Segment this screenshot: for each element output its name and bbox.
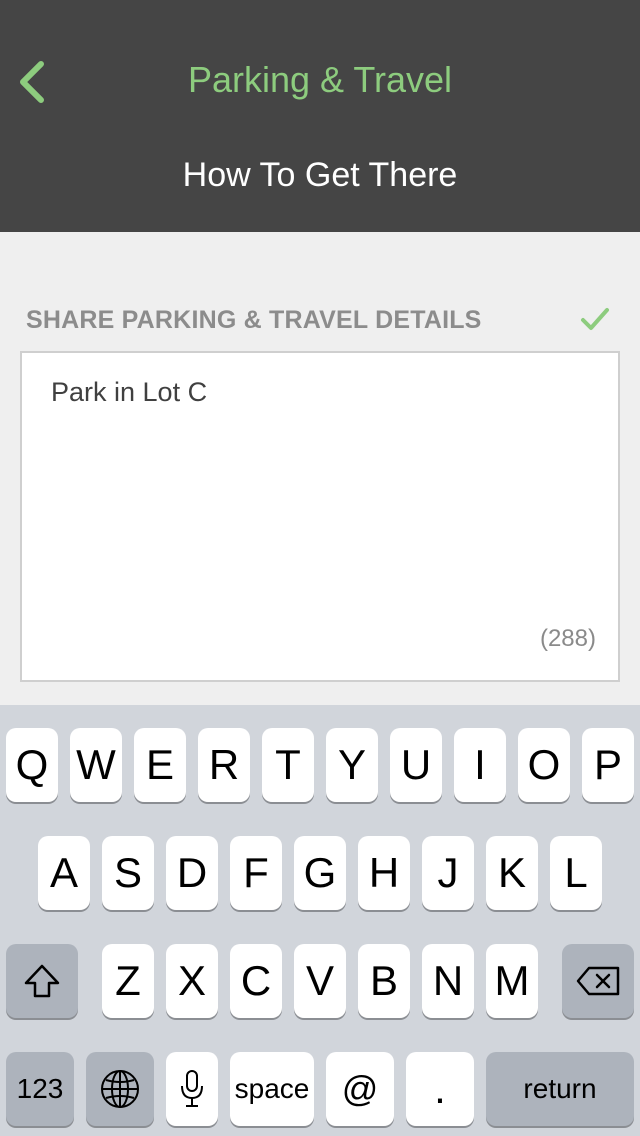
page-subtitle: How To Get There (182, 156, 458, 194)
key-k[interactable]: K (486, 836, 538, 910)
key-m[interactable]: M (486, 944, 538, 1018)
globe-icon (101, 1070, 139, 1108)
backspace-key[interactable] (562, 944, 634, 1018)
section-label: SHARE PARKING & TRAVEL DETAILS (26, 306, 482, 334)
key-z[interactable]: Z (102, 944, 154, 1018)
key-y[interactable]: Y (326, 728, 378, 802)
key-a[interactable]: A (38, 836, 90, 910)
key-l[interactable]: L (550, 836, 602, 910)
key-w[interactable]: W (70, 728, 122, 802)
character-count: (288) (539, 625, 596, 652)
key-f[interactable]: F (230, 836, 282, 910)
keyboard: Q W E R T Y U I O P A S D F G H J K L Z … (0, 705, 640, 1136)
globe-key[interactable] (86, 1052, 154, 1126)
key-c[interactable]: C (230, 944, 282, 1018)
key-r[interactable]: R (198, 728, 250, 802)
key-n[interactable]: N (422, 944, 474, 1018)
at-key[interactable]: @ (326, 1052, 394, 1126)
microphone-icon (181, 1070, 203, 1107)
key-i[interactable]: I (454, 728, 506, 802)
checkmark-icon[interactable] (578, 302, 612, 336)
return-key[interactable]: return (486, 1052, 634, 1126)
backspace-icon (576, 966, 620, 996)
key-s[interactable]: S (102, 836, 154, 910)
key-h[interactable]: H (358, 836, 410, 910)
details-textarea[interactable]: Park in Lot C (288) (20, 351, 620, 682)
page-title: Parking & Travel (187, 59, 453, 100)
dictation-key[interactable] (166, 1052, 218, 1126)
space-key[interactable]: space (230, 1052, 314, 1126)
numbers-key[interactable]: 123 (6, 1052, 74, 1126)
key-x[interactable]: X (166, 944, 218, 1018)
key-g[interactable]: G (294, 836, 346, 910)
key-e[interactable]: E (134, 728, 186, 802)
key-d[interactable]: D (166, 836, 218, 910)
shift-key[interactable] (6, 944, 78, 1018)
textarea-value: Park in Lot C (51, 377, 208, 407)
nav-header: Parking & Travel How To Get There (0, 0, 640, 232)
key-p[interactable]: P (582, 728, 634, 802)
key-o[interactable]: O (518, 728, 570, 802)
period-key[interactable]: . (406, 1052, 474, 1126)
key-b[interactable]: B (358, 944, 410, 1018)
key-t[interactable]: T (262, 728, 314, 802)
shift-icon (24, 964, 60, 998)
key-q[interactable]: Q (6, 728, 58, 802)
key-u[interactable]: U (390, 728, 442, 802)
key-j[interactable]: J (422, 836, 474, 910)
key-v[interactable]: V (294, 944, 346, 1018)
